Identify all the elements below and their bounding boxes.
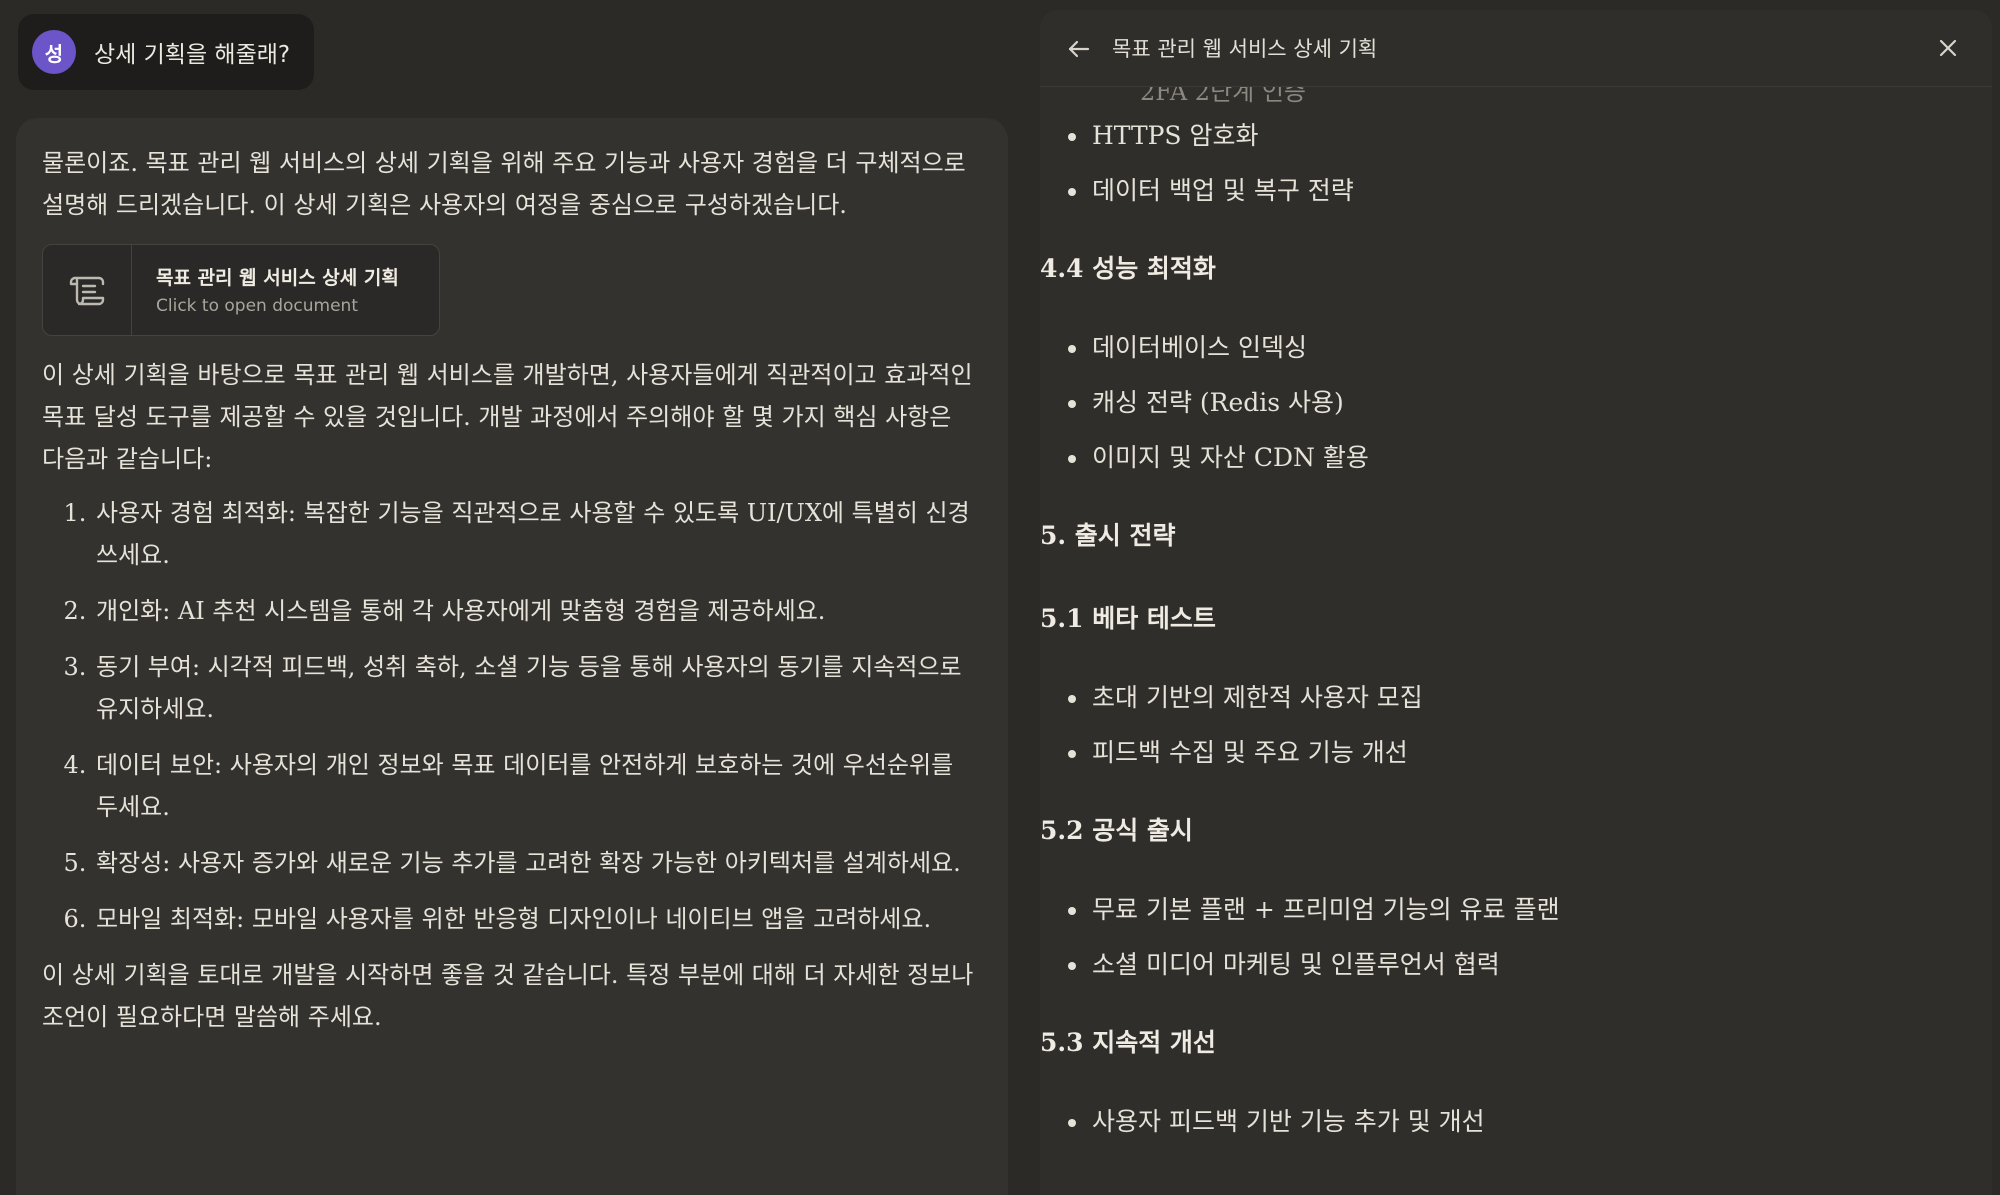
list-item: 데이터 보안: 사용자의 개인 정보와 목표 데이터를 안전하게 보호하는 것에… <box>94 744 980 828</box>
bullet-list: HTTPS 암호화 데이터 백업 및 복구 전략 <box>1040 108 1952 218</box>
list-item: 개인화: AI 추천 시스템을 통해 각 사용자에게 맞춤형 경험을 제공하세요… <box>94 590 980 632</box>
list-item: 데이터 백업 및 복구 전략 <box>1040 163 1952 218</box>
list-item: 무료 기본 플랜 + 프리미엄 기능의 유료 플랜 <box>1040 882 1952 937</box>
bullet-list: 무료 기본 플랜 + 프리미엄 기능의 유료 플랜 소셜 미디어 마케팅 및 인… <box>1040 882 1952 992</box>
list-item: 소셜 미디어 마케팅 및 인플루언서 협력 <box>1040 937 1952 992</box>
list-item: 동기 부여: 시각적 피드백, 성취 축하, 소셜 기능 등을 통해 사용자의 … <box>94 646 980 730</box>
list-item: 피드백 수집 및 주요 기능 개선 <box>1040 725 1952 780</box>
list-item: 확장성: 사용자 증가와 새로운 기능 추가를 고려한 확장 가능한 아키텍처를… <box>94 842 980 884</box>
panel-header: 목표 관리 웹 서비스 상세 기획 <box>1040 10 1992 87</box>
section-heading: 4.4 성능 최적화 <box>1040 254 1216 283</box>
list-item: 초대 기반의 제한적 사용자 모집 <box>1040 670 1952 725</box>
document-scroll-icon <box>43 245 132 335</box>
close-icon[interactable] <box>1934 34 1962 62</box>
list-item: 모바일 최적화: 모바일 사용자를 위한 반응형 디자인이나 네이티브 앱을 고… <box>94 898 980 940</box>
document-body[interactable]: 2FA 2단계 인증 HTTPS 암호화 데이터 백업 및 복구 전략 4.4 … <box>1040 78 1992 1195</box>
document-panel: 목표 관리 웹 서비스 상세 기획 2FA 2단계 인증 HTTPS 암호화 데… <box>1040 10 1992 1195</box>
reply-closing: 이 상세 기획을 토대로 개발을 시작하면 좋을 것 같습니다. 특정 부분에 … <box>42 961 974 1031</box>
section-heading: 5. 출시 전략 <box>1040 521 1176 550</box>
document-card-title: 목표 관리 웹 서비스 상세 기획 <box>156 267 399 289</box>
document-card-subtitle: Click to open document <box>156 296 358 316</box>
list-item: HTTPS 암호화 <box>1040 108 1952 163</box>
section-heading: 5.1 베타 테스트 <box>1040 604 1216 633</box>
user-message-text: 상세 기획을 해줄래? <box>94 42 291 68</box>
bullet-list: 사용자 피드백 기반 기능 추가 및 개선 <box>1040 1094 1952 1149</box>
key-points-list: 사용자 경험 최적화: 복잡한 기능을 직관적으로 사용할 수 있도록 UI/U… <box>42 492 980 940</box>
user-message: 성 상세 기획을 해줄래? <box>18 14 314 90</box>
panel-title: 목표 관리 웹 서비스 상세 기획 <box>1112 37 1378 61</box>
bullet-list: 데이터베이스 인덱싱 캐싱 전략 (Redis 사용) 이미지 및 자산 CDN… <box>1040 320 1952 485</box>
section-heading: 5.2 공식 출시 <box>1040 816 1193 845</box>
reply-paragraph: 이 상세 기획을 바탕으로 목표 관리 웹 서비스를 개발하면, 사용자들에게 … <box>42 361 973 473</box>
reply-intro: 물론이죠. 목표 관리 웹 서비스의 상세 기획을 위해 주요 기능과 사용자 … <box>42 149 966 219</box>
assistant-reply: 물론이죠. 목표 관리 웹 서비스의 상세 기획을 위해 주요 기능과 사용자 … <box>16 118 1008 1195</box>
list-item: 사용자 피드백 기반 기능 추가 및 개선 <box>1040 1094 1952 1149</box>
bullet-list: 초대 기반의 제한적 사용자 모집 피드백 수집 및 주요 기능 개선 <box>1040 670 1952 780</box>
list-item: 캐싱 전략 (Redis 사용) <box>1040 375 1952 430</box>
section-heading: 5.3 지속적 개선 <box>1040 1028 1216 1057</box>
document-content: HTTPS 암호화 데이터 백업 및 복구 전략 4.4 성능 최적화 데이터베… <box>1040 86 1952 1149</box>
list-item: 이미지 및 자산 CDN 활용 <box>1040 430 1952 485</box>
list-item: 사용자 경험 최적화: 복잡한 기능을 직관적으로 사용할 수 있도록 UI/U… <box>94 492 980 576</box>
document-card[interactable]: 목표 관리 웹 서비스 상세 기획 Click to open document <box>42 244 440 336</box>
list-item: 데이터베이스 인덱싱 <box>1040 320 1952 375</box>
arrow-left-icon[interactable] <box>1064 34 1094 64</box>
avatar: 성 <box>32 30 76 74</box>
